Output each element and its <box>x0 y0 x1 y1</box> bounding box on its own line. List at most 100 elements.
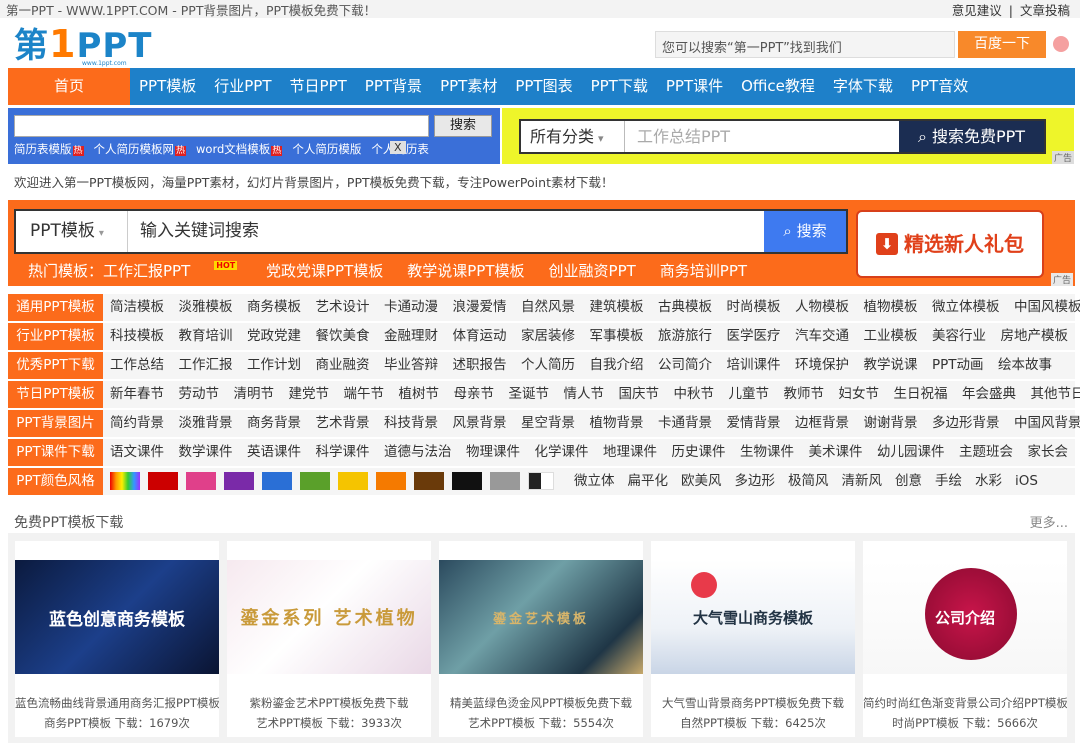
free-ppt-search-input[interactable]: 工作总结PPT <box>637 121 730 152</box>
close-icon[interactable]: X <box>390 141 406 154</box>
template-card[interactable]: 鎏金艺术模板 精美蓝绿色烫金风PPT模板免费下载 艺术PPT模板 下载：5554次 <box>439 541 643 737</box>
doc-link[interactable]: 个人简历模版 <box>292 142 361 156</box>
category-link[interactable]: 幼儿园课件 <box>877 439 945 466</box>
nav-item[interactable]: PPT下载 <box>582 68 657 105</box>
color-swatch[interactable] <box>376 472 406 490</box>
category-link[interactable]: 科技背景 <box>384 410 438 437</box>
category-link[interactable]: 艺术设计 <box>316 294 370 321</box>
category-label[interactable]: PPT课件下载 <box>8 439 103 466</box>
template-card[interactable]: 蓝色创意商务模板 蓝色流畅曲线背景通用商务汇报PPT模板 商务PPT模板 下载：16… <box>15 541 219 737</box>
feedback-link[interactable]: 意见建议 <box>952 3 1002 18</box>
template-title[interactable]: 简约时尚红色渐变背景公司介绍PPT模板 <box>863 695 1067 711</box>
style-link[interactable]: 多边形 <box>735 468 776 495</box>
category-link[interactable]: 中国风背景 <box>1014 410 1080 437</box>
category-link[interactable]: 自然风景 <box>521 294 575 321</box>
category-label[interactable]: 优秀PPT下载 <box>8 352 103 379</box>
category-link[interactable]: 餐饮美食 <box>316 323 370 350</box>
category-link[interactable]: 道德与法治 <box>384 439 452 466</box>
category-link[interactable]: 星空背景 <box>521 410 575 437</box>
category-link[interactable]: 人物模板 <box>795 294 849 321</box>
category-link[interactable]: 教育培训 <box>179 323 233 350</box>
hot-template-link[interactable]: 教学说课PPT模板 <box>407 262 524 280</box>
category-label[interactable]: 节日PPT模板 <box>8 381 103 408</box>
template-thumbnail[interactable]: 鎏金艺术模板 <box>439 560 643 674</box>
free-ppt-search-button[interactable]: ⌕ 搜索免费PPT <box>899 121 1044 152</box>
category-link[interactable]: 商务背景 <box>247 410 301 437</box>
submit-article-link[interactable]: 文章投稿 <box>1020 3 1070 18</box>
more-link[interactable]: 更多... <box>1030 512 1068 531</box>
color-swatch[interactable] <box>452 472 482 490</box>
nav-item[interactable]: Office教程 <box>732 68 824 105</box>
newbie-gift-button[interactable]: ⬇ 精选新人礼包 <box>856 210 1044 278</box>
nav-item[interactable]: 字体下载 <box>824 68 902 105</box>
nav-item[interactable]: PPT音效 <box>902 68 977 105</box>
nav-item[interactable]: PPT素材 <box>431 68 506 105</box>
hero-search-input[interactable]: 输入关键词搜索 <box>140 211 259 252</box>
color-swatch[interactable] <box>148 472 178 490</box>
category-link[interactable]: 谢谢背景 <box>864 410 918 437</box>
site-logo[interactable]: 第1PPT www.1ppt.com <box>14 25 174 67</box>
category-link[interactable]: 简洁模板 <box>110 294 164 321</box>
category-link[interactable]: 国庆节 <box>619 381 660 408</box>
category-link[interactable]: 浪漫爱情 <box>453 294 507 321</box>
category-link[interactable]: 美容行业 <box>932 323 986 350</box>
template-thumbnail[interactable]: 大气雪山商务模板 <box>651 560 855 674</box>
category-link[interactable]: 工业模板 <box>864 323 918 350</box>
category-link[interactable]: 卡通动漫 <box>384 294 438 321</box>
category-link[interactable]: 教学说课 <box>864 352 918 379</box>
category-link[interactable]: 科学课件 <box>316 439 370 466</box>
color-swatch[interactable] <box>300 472 330 490</box>
hero-category-select[interactable]: PPT模板 ▾ <box>16 211 128 252</box>
color-label[interactable]: PPT颜色风格 <box>8 468 103 495</box>
category-link[interactable]: 家居装修 <box>521 323 575 350</box>
template-title[interactable]: 蓝色流畅曲线背景通用商务汇报PPT模板 <box>15 695 219 711</box>
template-card[interactable]: 鎏金系列 艺术植物 紫粉鎏金艺术PPT模板免费下载 艺术PPT模板 下载：3933次 <box>227 541 431 737</box>
category-link[interactable]: 母亲节 <box>454 381 495 408</box>
nav-item[interactable]: PPT背景 <box>356 68 431 105</box>
category-link[interactable]: 年会盛典 <box>962 381 1016 408</box>
category-link[interactable]: 物理课件 <box>466 439 520 466</box>
category-link[interactable]: 科技模板 <box>110 323 164 350</box>
category-link[interactable]: 儿童节 <box>729 381 770 408</box>
color-swatch[interactable] <box>338 472 368 490</box>
category-link[interactable]: 淡雅模板 <box>179 294 233 321</box>
category-link[interactable]: 语文课件 <box>110 439 164 466</box>
category-link[interactable]: 古典模板 <box>658 294 712 321</box>
category-link[interactable]: 其他节日 <box>1031 381 1080 408</box>
category-link[interactable]: 建筑模板 <box>590 294 644 321</box>
nav-home[interactable]: 首页 <box>8 68 130 105</box>
nav-item[interactable]: PPT模板 <box>130 68 205 105</box>
style-link[interactable]: 水彩 <box>975 468 1002 495</box>
category-link[interactable]: 淡雅背景 <box>179 410 233 437</box>
category-link[interactable]: 建党节 <box>289 381 330 408</box>
category-label[interactable]: PPT背景图片 <box>8 410 103 437</box>
color-swatch[interactable] <box>414 472 444 490</box>
category-link[interactable]: 培训课件 <box>727 352 781 379</box>
category-link[interactable]: 医学医疗 <box>727 323 781 350</box>
category-link[interactable]: 述职报告 <box>453 352 507 379</box>
nav-item[interactable]: 节日PPT <box>281 68 356 105</box>
category-link[interactable]: 圣诞节 <box>509 381 550 408</box>
baidu-search-input[interactable]: 您可以搜索“第一PPT”找到我们 <box>655 31 955 58</box>
template-thumbnail[interactable]: 蓝色创意商务模板 <box>15 560 219 674</box>
category-link[interactable]: 地理课件 <box>603 439 657 466</box>
nav-item[interactable]: PPT图表 <box>506 68 581 105</box>
style-link[interactable]: 扁平化 <box>628 468 669 495</box>
hot-template-link[interactable]: 商务培训PPT <box>660 262 747 280</box>
category-link[interactable]: 艺术背景 <box>316 410 370 437</box>
template-card[interactable]: 公司介绍 简约时尚红色渐变背景公司介绍PPT模板 时尚PPT模板 下载：5666次 <box>863 541 1067 737</box>
style-link[interactable]: 微立体 <box>574 468 615 495</box>
category-link[interactable]: 植树节 <box>399 381 440 408</box>
category-label[interactable]: 行业PPT模板 <box>8 323 103 350</box>
template-thumbnail[interactable]: 鎏金系列 艺术植物 <box>227 560 431 674</box>
doc-link[interactable]: 个人简历模板网热 <box>94 142 187 156</box>
category-link[interactable]: 植物模板 <box>864 294 918 321</box>
template-title[interactable]: 大气雪山背景商务PPT模板免费下载 <box>651 695 855 711</box>
color-swatch[interactable] <box>186 472 216 490</box>
category-label[interactable]: 通用PPT模板 <box>8 294 103 321</box>
bw-swatch[interactable] <box>528 472 554 490</box>
category-link[interactable]: 英语课件 <box>247 439 301 466</box>
category-link[interactable]: 工作汇报 <box>179 352 233 379</box>
category-link[interactable]: 历史课件 <box>672 439 726 466</box>
color-swatch[interactable] <box>490 472 520 490</box>
